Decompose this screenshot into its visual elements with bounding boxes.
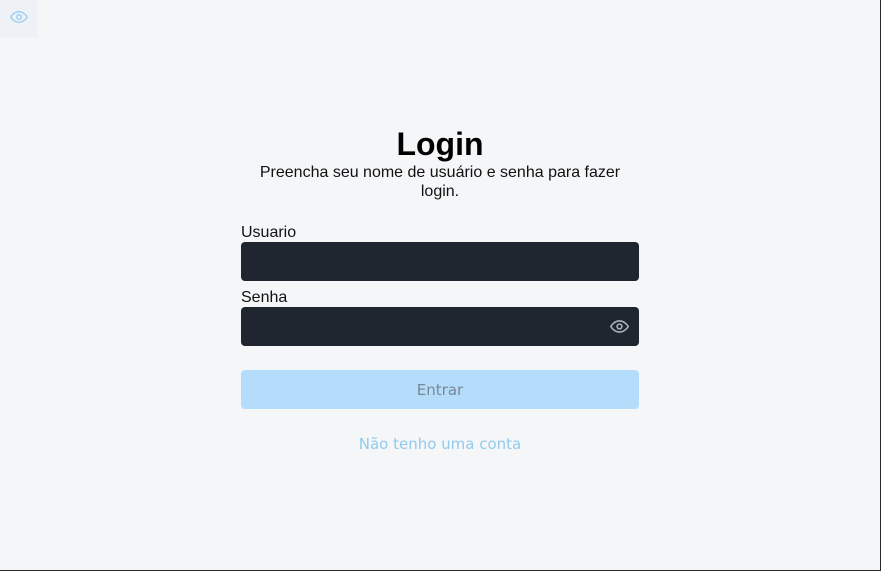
eye-icon (610, 320, 629, 340)
username-label: Usuario (241, 224, 297, 241)
password-input[interactable] (241, 307, 639, 346)
username-field (241, 242, 639, 281)
page-title: Login (396, 126, 484, 162)
visibility-toggle-button[interactable] (0, 0, 38, 38)
eye-icon (10, 8, 28, 31)
login-form: Login Preencha seu nome de usuário e sen… (241, 125, 639, 453)
username-input[interactable] (241, 242, 639, 281)
password-field (241, 307, 639, 346)
signup-link[interactable]: Não tenho uma conta (241, 435, 639, 453)
login-button[interactable]: Entrar (241, 370, 639, 409)
page-subtitle: Preencha seu nome de usuário e senha par… (259, 164, 621, 200)
show-password-button[interactable] (610, 317, 629, 336)
password-label: Senha (241, 289, 288, 306)
